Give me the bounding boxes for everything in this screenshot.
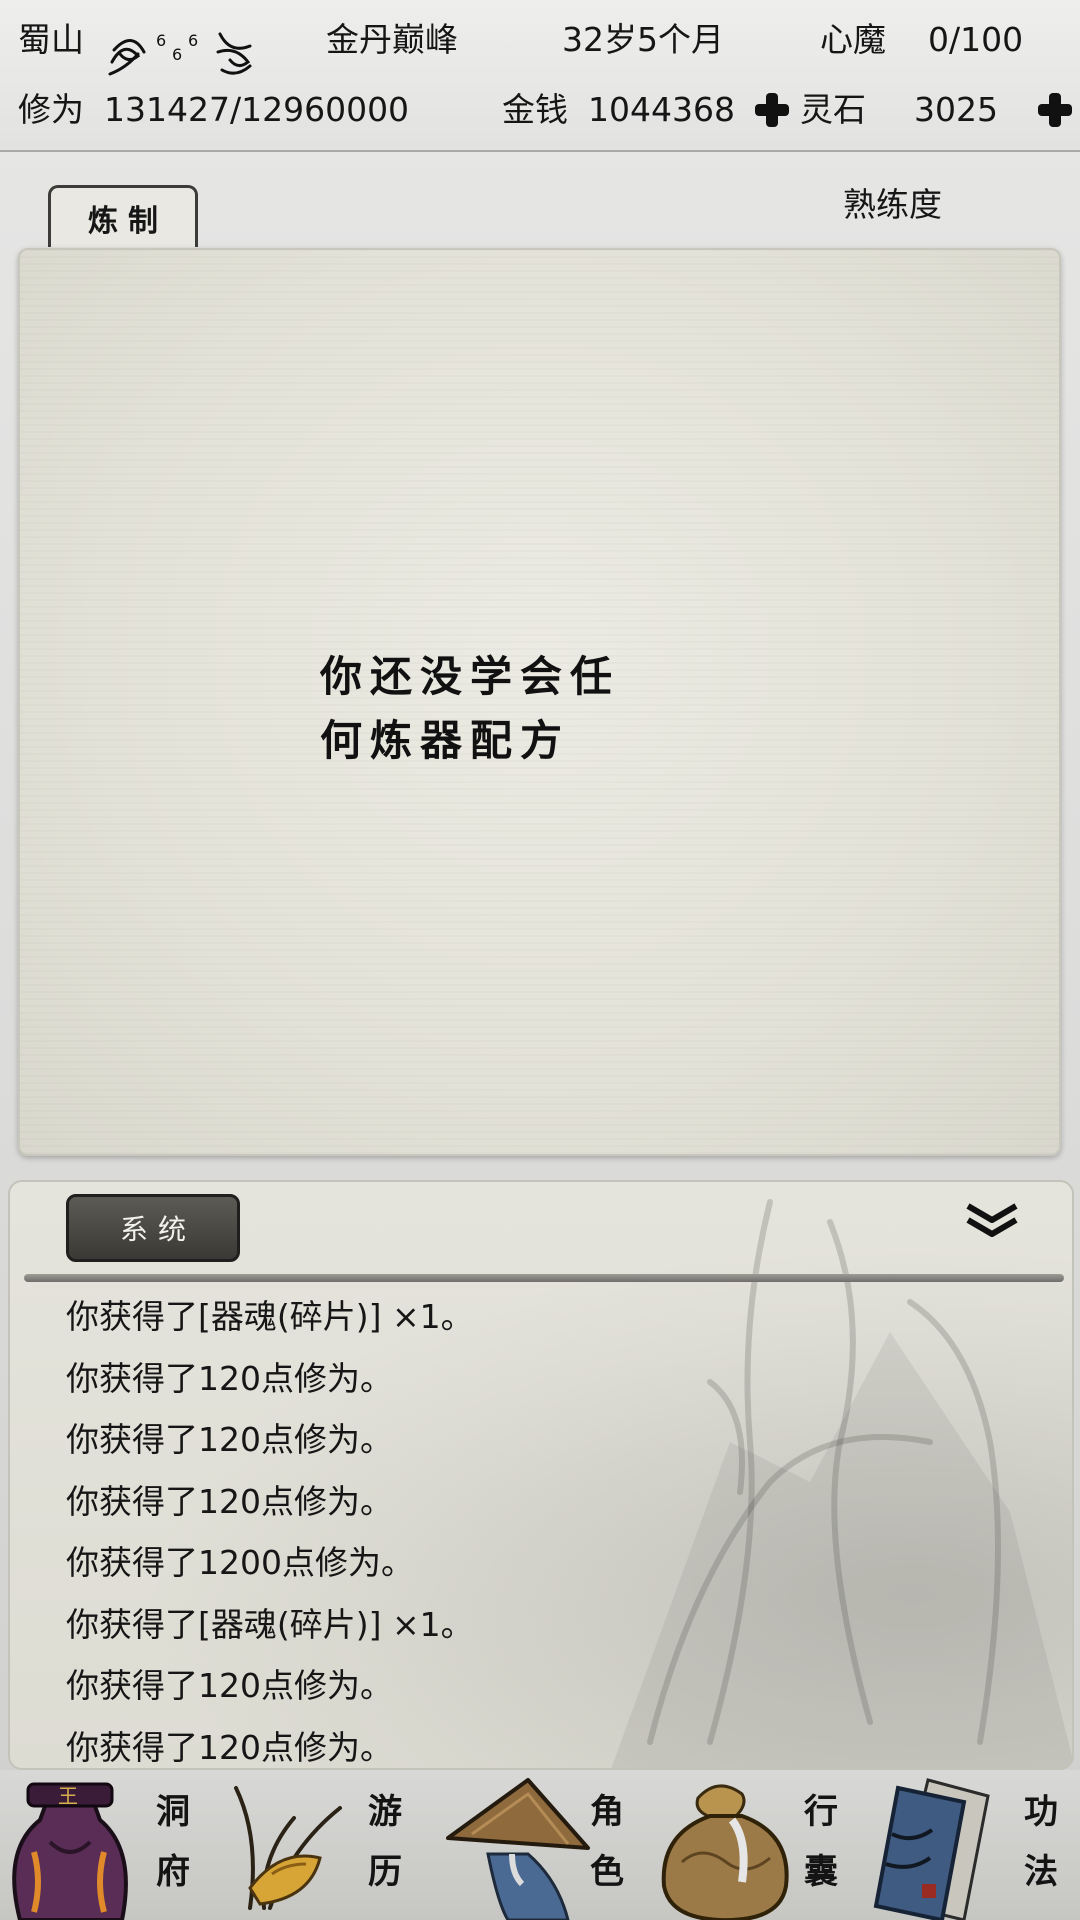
spirit-stone-value: 3025	[914, 90, 998, 129]
nav-travel-label-top: 游	[368, 1792, 402, 1832]
system-log-panel[interactable]: 系统 你获得了[器魂(碎片)] ×1。 你获得了120点修为。 你获得了120点…	[8, 1180, 1074, 1770]
spirit-stone-label: 灵石	[800, 90, 866, 129]
log-divider	[24, 1274, 1064, 1282]
log-line: 你获得了120点修为。	[66, 1358, 393, 1398]
log-line: 你获得了120点修为。	[66, 1666, 393, 1705]
spiritual-root-icon[interactable]: 6 6 6	[102, 22, 260, 82]
nav-cave-label-bottom: 府	[156, 1852, 190, 1892]
location-label: 蜀山	[18, 20, 84, 59]
nav-bag[interactable]: 行 囊	[648, 1770, 864, 1920]
tab-system[interactable]: 系统	[66, 1194, 240, 1262]
empty-message-line1: 你还没学会任	[320, 652, 621, 701]
log-line: 你获得了[器魂(碎片)] ×1。	[66, 1604, 474, 1644]
status-bar: 蜀山 6 6 6 金丹巅峰 32岁5个月 心魔 0/100 修为 131427/…	[0, 0, 1080, 152]
bag-icon	[661, 1784, 789, 1920]
heart-demon-label: 心魔	[820, 20, 886, 59]
nav-travel[interactable]: 游 历	[216, 1770, 432, 1920]
nav-skill-label-top: 功	[1024, 1792, 1058, 1832]
nav-role-label-top: 角	[590, 1792, 624, 1832]
age-label: 32岁5个月	[562, 20, 724, 59]
heart-demon-value: 0/100	[928, 20, 1024, 59]
add-spirit-stone-icon[interactable]	[1036, 91, 1074, 129]
log-list: 你获得了[器魂(碎片)] ×1。 你获得了120点修为。 你获得了120点修为。…	[66, 1286, 1026, 1768]
svg-text:6: 6	[172, 45, 182, 64]
nav-skill[interactable]: 功 法	[864, 1770, 1080, 1920]
log-line: 你获得了1200点修为。	[66, 1543, 414, 1582]
bottom-nav: 王 洞 府 游 历 角 色 行 囊 功 法	[0, 1770, 1080, 1920]
empty-message-line2: 何炼器配方	[320, 716, 571, 765]
cave-icon: 王	[12, 1782, 128, 1920]
empty-recipe-message: 你还没学会任 何炼器配方	[320, 645, 740, 773]
role-icon	[446, 1778, 590, 1920]
svg-text:王: 王	[58, 1784, 78, 1808]
log-line: 你获得了120点修为。	[66, 1727, 393, 1767]
tab-refine[interactable]: 炼制	[48, 185, 198, 247]
log-line: 你获得了120点修为。	[66, 1481, 393, 1521]
money-value: 1044368	[588, 90, 735, 129]
collapse-chevron-icon[interactable]	[964, 1200, 1020, 1240]
add-money-icon[interactable]	[753, 91, 791, 129]
cultivation-label: 修为	[18, 90, 84, 129]
nav-skill-label-bottom: 法	[1024, 1852, 1058, 1892]
nav-role-label-bottom: 色	[590, 1852, 624, 1892]
nav-cave[interactable]: 王 洞 府	[0, 1770, 216, 1920]
travel-icon	[234, 1786, 342, 1910]
log-line: 你获得了[器魂(碎片)] ×1。	[66, 1297, 474, 1336]
svg-text:6: 6	[188, 31, 198, 50]
nav-role[interactable]: 角 色	[432, 1770, 648, 1920]
nav-bag-label-bottom: 囊	[804, 1852, 838, 1892]
skill-book-icon	[873, 1778, 990, 1920]
log-line: 你获得了120点修为。	[66, 1420, 393, 1459]
svg-text:6: 6	[156, 31, 166, 50]
nav-travel-label-bottom: 历	[368, 1852, 402, 1892]
nav-cave-label-top: 洞	[156, 1792, 190, 1832]
cultivation-value: 131427/12960000	[104, 90, 410, 129]
money-label: 金钱	[502, 90, 568, 129]
nav-bag-label-top: 行	[804, 1792, 838, 1832]
proficiency-header: 熟练度	[843, 185, 942, 224]
realm-label: 金丹巅峰	[326, 20, 458, 59]
